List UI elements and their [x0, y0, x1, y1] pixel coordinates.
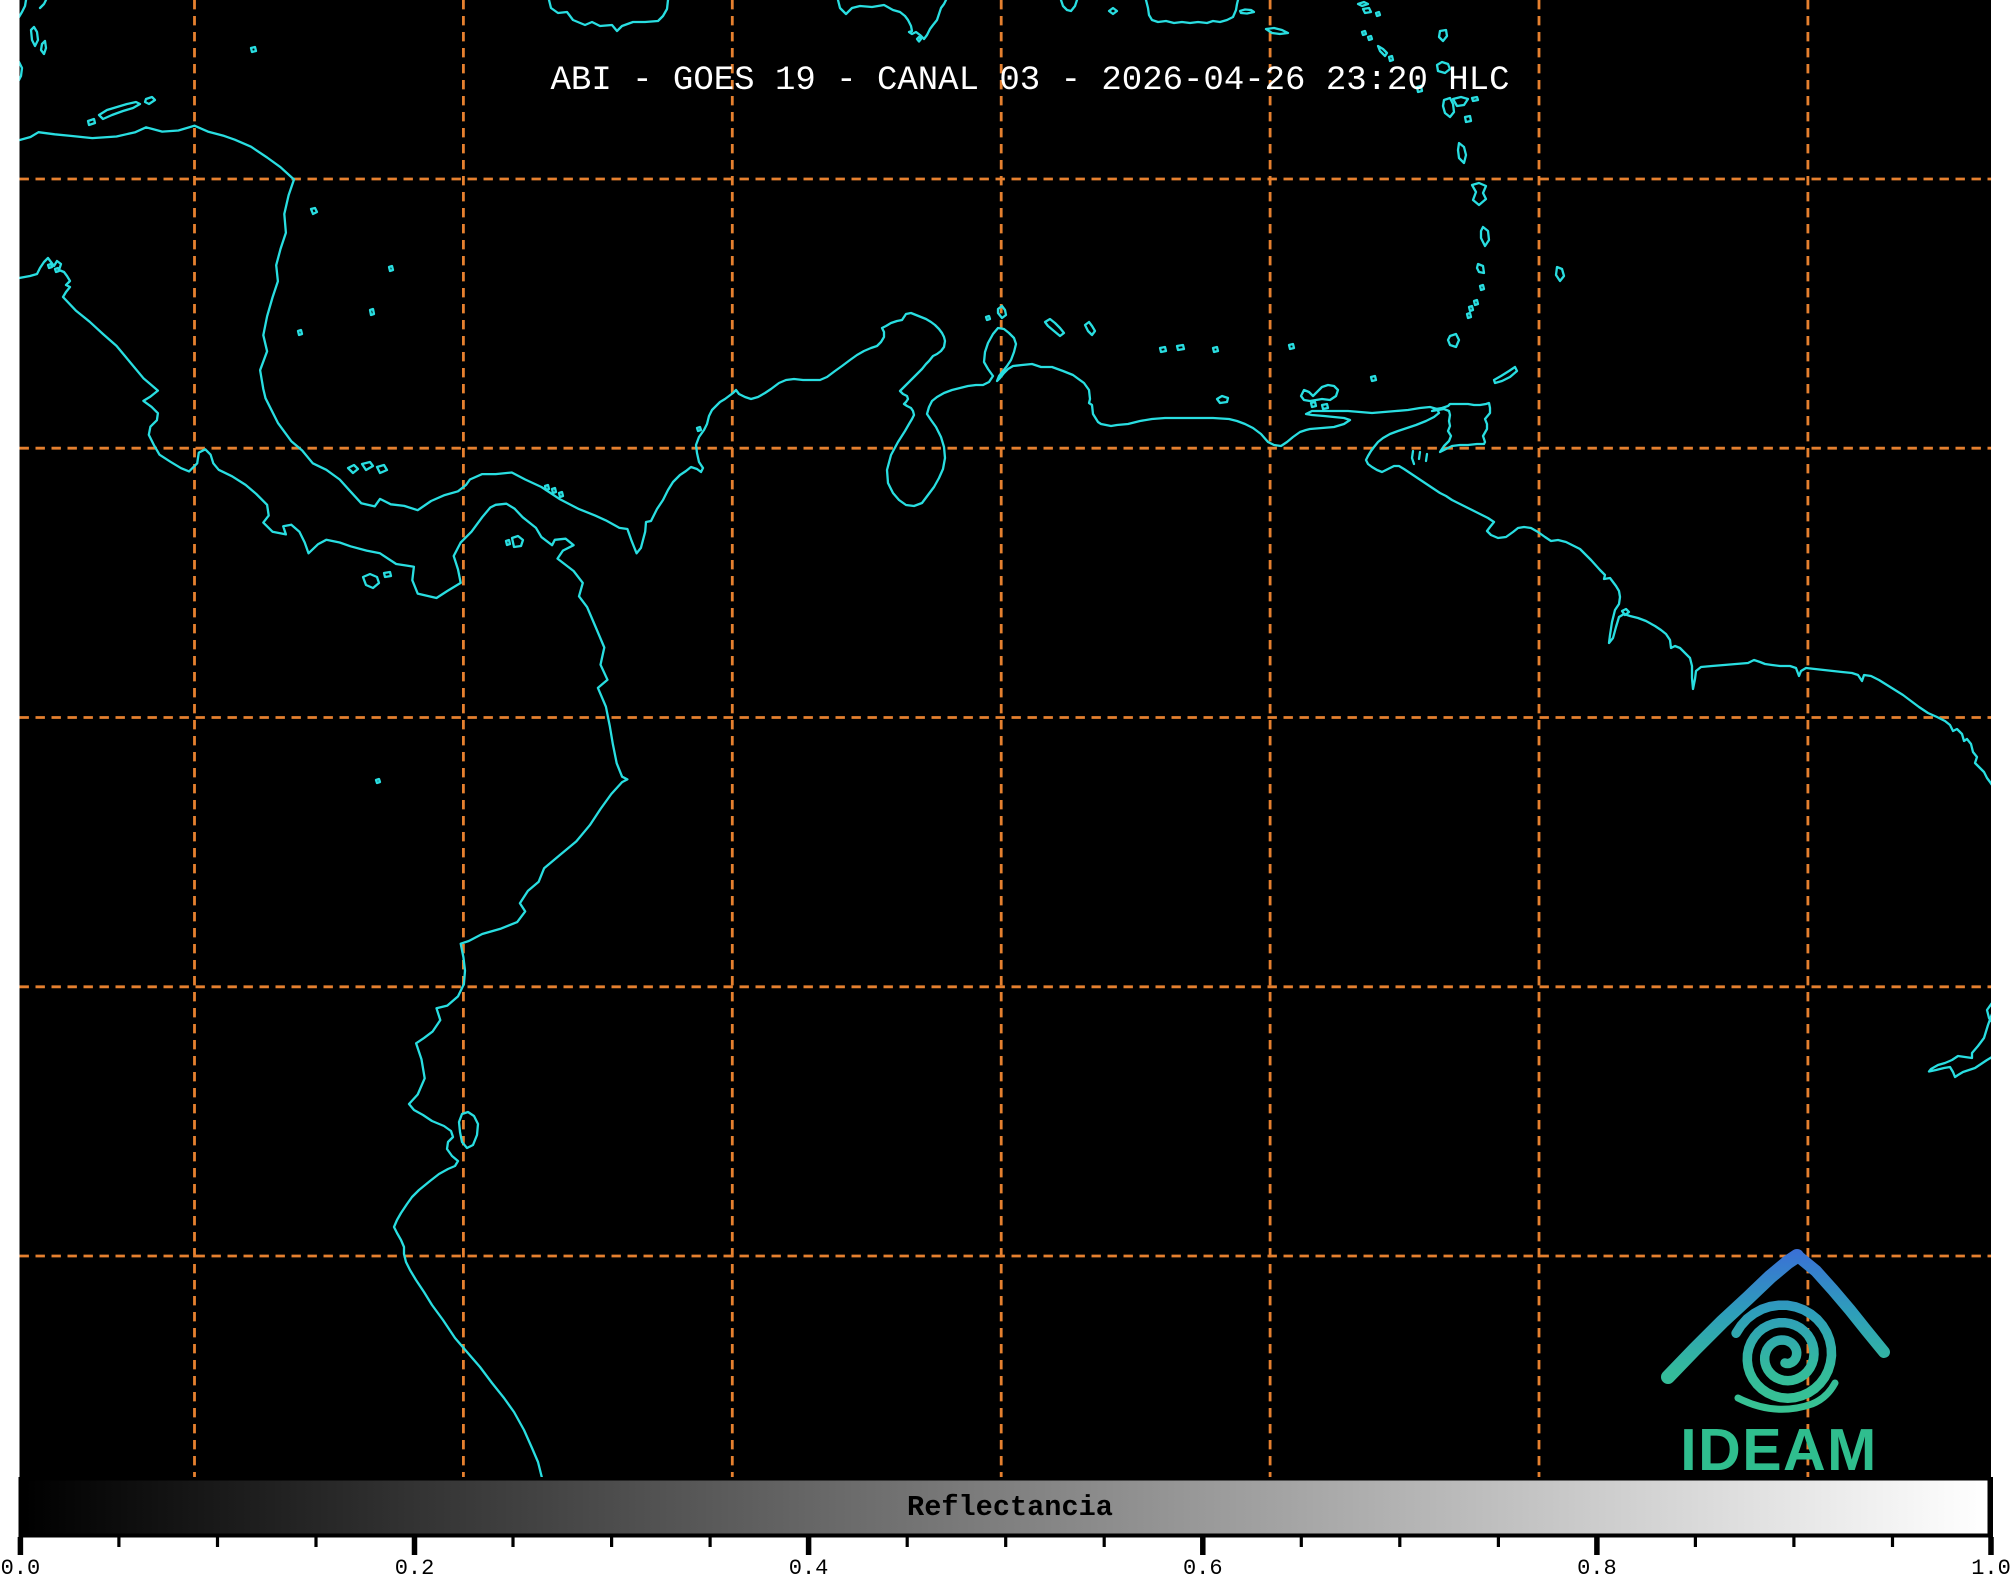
svg-text:1.0: 1.0: [1971, 1556, 2011, 1577]
svg-text:Reflectancia: Reflectancia: [907, 1491, 1113, 1524]
svg-text:0.6: 0.6: [1183, 1556, 1223, 1577]
svg-text:0.4: 0.4: [789, 1556, 829, 1577]
svg-text:ABI - GOES 19 - CANAL 03 - 202: ABI - GOES 19 - CANAL 03 - 2026-04-26 23…: [551, 62, 1510, 100]
svg-text:0.0: 0.0: [1, 1556, 41, 1577]
svg-text:IDEAM: IDEAM: [1680, 1417, 1878, 1483]
svg-text:0.8: 0.8: [1577, 1556, 1617, 1577]
svg-text:0.2: 0.2: [395, 1556, 435, 1577]
